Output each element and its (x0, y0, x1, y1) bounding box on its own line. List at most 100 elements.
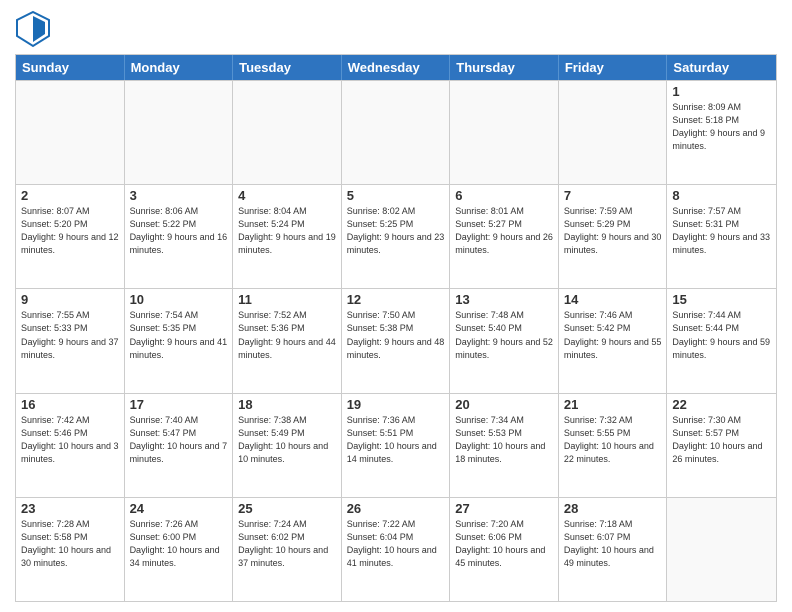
calendar-week-1: 2 Sunrise: 8:07 AM Sunset: 5:20 PM Daylig… (16, 184, 776, 288)
calendar-cell: 16 Sunrise: 7:42 AM Sunset: 5:46 PM Dayli… (16, 394, 125, 497)
calendar-header-friday: Friday (559, 55, 668, 80)
calendar-cell: 5 Sunrise: 8:02 AM Sunset: 5:25 PM Daylig… (342, 185, 451, 288)
day-number: 20 (455, 397, 553, 412)
calendar-week-0: 1 Sunrise: 8:09 AM Sunset: 5:18 PM Daylig… (16, 80, 776, 184)
calendar-cell (125, 81, 234, 184)
calendar-cell: 17Sunrise: 7:40 AM Sunset: 5:47 PM Dayli… (125, 394, 234, 497)
calendar-cell: 3 Sunrise: 8:06 AM Sunset: 5:22 PM Daylig… (125, 185, 234, 288)
calendar-cell: 19 Sunrise: 7:36 AM Sunset: 5:51 PM Dayli… (342, 394, 451, 497)
day-number: 6 (455, 188, 553, 203)
cell-info: Sunrise: 7:38 AM Sunset: 5:49 PM Dayligh… (238, 414, 336, 466)
cell-info: Sunrise: 7:18 AM Sunset: 6:07 PM Dayligh… (564, 518, 662, 570)
cell-info: Sunrise: 7:40 AM Sunset: 5:47 PM Dayligh… (130, 414, 228, 466)
cell-info: Sunrise: 7:36 AM Sunset: 5:51 PM Dayligh… (347, 414, 445, 466)
header (15, 10, 777, 48)
calendar-cell: 21 Sunrise: 7:32 AM Sunset: 5:55 PM Dayli… (559, 394, 668, 497)
day-number: 21 (564, 397, 662, 412)
calendar-cell (559, 81, 668, 184)
cell-info: Sunrise: 8:01 AM Sunset: 5:27 PM Dayligh… (455, 205, 553, 257)
cell-info: Sunrise: 7:20 AM Sunset: 6:06 PM Dayligh… (455, 518, 553, 570)
day-number: 1 (672, 84, 771, 99)
calendar-cell: 20 Sunrise: 7:34 AM Sunset: 5:53 PM Dayli… (450, 394, 559, 497)
day-number: 27 (455, 501, 553, 516)
day-number: 8 (672, 188, 771, 203)
calendar-header-wednesday: Wednesday (342, 55, 451, 80)
calendar-cell: 8 Sunrise: 7:57 AM Sunset: 5:31 PM Daylig… (667, 185, 776, 288)
day-number: 15 (672, 292, 771, 307)
cell-info: Sunrise: 7:48 AM Sunset: 5:40 PM Dayligh… (455, 309, 553, 361)
cell-info: Sunrise: 7:57 AM Sunset: 5:31 PM Dayligh… (672, 205, 771, 257)
cell-info: Sunrise: 7:44 AM Sunset: 5:44 PM Dayligh… (672, 309, 771, 361)
cell-info: Sunrise: 7:46 AM Sunset: 5:42 PM Dayligh… (564, 309, 662, 361)
day-number: 3 (130, 188, 228, 203)
cell-info: Sunrise: 7:42 AM Sunset: 5:46 PM Dayligh… (21, 414, 119, 466)
cell-info: Sunrise: 7:34 AM Sunset: 5:53 PM Dayligh… (455, 414, 553, 466)
day-number: 11 (238, 292, 336, 307)
cell-info: Sunrise: 8:04 AM Sunset: 5:24 PM Dayligh… (238, 205, 336, 257)
cell-info: Sunrise: 7:52 AM Sunset: 5:36 PM Dayligh… (238, 309, 336, 361)
day-number: 12 (347, 292, 445, 307)
calendar-header-thursday: Thursday (450, 55, 559, 80)
calendar-week-4: 23 Sunrise: 7:28 AM Sunset: 5:58 PM Dayli… (16, 497, 776, 601)
calendar-header-saturday: Saturday (667, 55, 776, 80)
day-number: 25 (238, 501, 336, 516)
cell-info: Sunrise: 8:07 AM Sunset: 5:20 PM Dayligh… (21, 205, 119, 257)
page: SundayMondayTuesdayWednesdayThursdayFrid… (0, 0, 792, 612)
calendar-header: SundayMondayTuesdayWednesdayThursdayFrid… (16, 55, 776, 80)
calendar-cell: 14 Sunrise: 7:46 AM Sunset: 5:42 PM Dayli… (559, 289, 668, 392)
calendar-cell: 15 Sunrise: 7:44 AM Sunset: 5:44 PM Dayli… (667, 289, 776, 392)
day-number: 18 (238, 397, 336, 412)
calendar-header-tuesday: Tuesday (233, 55, 342, 80)
calendar-cell: 27 Sunrise: 7:20 AM Sunset: 6:06 PM Dayli… (450, 498, 559, 601)
cell-info: Sunrise: 7:54 AM Sunset: 5:35 PM Dayligh… (130, 309, 228, 361)
calendar-cell: 24 Sunrise: 7:26 AM Sunset: 6:00 PM Dayli… (125, 498, 234, 601)
day-number: 16 (21, 397, 119, 412)
logo (15, 10, 55, 48)
cell-info: Sunrise: 8:06 AM Sunset: 5:22 PM Dayligh… (130, 205, 228, 257)
calendar-cell: 23 Sunrise: 7:28 AM Sunset: 5:58 PM Dayli… (16, 498, 125, 601)
calendar-cell (233, 81, 342, 184)
day-number: 5 (347, 188, 445, 203)
cell-info: Sunrise: 7:26 AM Sunset: 6:00 PM Dayligh… (130, 518, 228, 570)
calendar-cell: 22 Sunrise: 7:30 AM Sunset: 5:57 PM Dayli… (667, 394, 776, 497)
calendar-cell: 10 Sunrise: 7:54 AM Sunset: 5:35 PM Dayli… (125, 289, 234, 392)
calendar-cell: 9 Sunrise: 7:55 AM Sunset: 5:33 PM Daylig… (16, 289, 125, 392)
day-number: 28 (564, 501, 662, 516)
logo-icon (15, 10, 51, 48)
calendar-cell: 26Sunrise: 7:22 AM Sunset: 6:04 PM Dayli… (342, 498, 451, 601)
day-number: 9 (21, 292, 119, 307)
calendar-cell (450, 81, 559, 184)
calendar: SundayMondayTuesdayWednesdayThursdayFrid… (15, 54, 777, 602)
calendar-week-3: 16 Sunrise: 7:42 AM Sunset: 5:46 PM Dayli… (16, 393, 776, 497)
cell-info: Sunrise: 8:02 AM Sunset: 5:25 PM Dayligh… (347, 205, 445, 257)
calendar-cell: 4 Sunrise: 8:04 AM Sunset: 5:24 PM Daylig… (233, 185, 342, 288)
calendar-cell: 28 Sunrise: 7:18 AM Sunset: 6:07 PM Dayli… (559, 498, 668, 601)
calendar-cell: 2 Sunrise: 8:07 AM Sunset: 5:20 PM Daylig… (16, 185, 125, 288)
day-number: 4 (238, 188, 336, 203)
day-number: 14 (564, 292, 662, 307)
day-number: 10 (130, 292, 228, 307)
cell-info: Sunrise: 7:28 AM Sunset: 5:58 PM Dayligh… (21, 518, 119, 570)
cell-info: Sunrise: 7:55 AM Sunset: 5:33 PM Dayligh… (21, 309, 119, 361)
day-number: 22 (672, 397, 771, 412)
calendar-header-monday: Monday (125, 55, 234, 80)
calendar-cell: 7Sunrise: 7:59 AM Sunset: 5:29 PM Daylig… (559, 185, 668, 288)
day-number: 23 (21, 501, 119, 516)
calendar-cell: 25Sunrise: 7:24 AM Sunset: 6:02 PM Dayli… (233, 498, 342, 601)
day-number: 24 (130, 501, 228, 516)
calendar-cell (667, 498, 776, 601)
calendar-cell: 1 Sunrise: 8:09 AM Sunset: 5:18 PM Daylig… (667, 81, 776, 184)
cell-info: Sunrise: 7:30 AM Sunset: 5:57 PM Dayligh… (672, 414, 771, 466)
calendar-cell: 12 Sunrise: 7:50 AM Sunset: 5:38 PM Dayli… (342, 289, 451, 392)
calendar-cell: 18 Sunrise: 7:38 AM Sunset: 5:49 PM Dayli… (233, 394, 342, 497)
calendar-cell (16, 81, 125, 184)
calendar-cell: 11 Sunrise: 7:52 AM Sunset: 5:36 PM Dayli… (233, 289, 342, 392)
day-number: 2 (21, 188, 119, 203)
day-number: 19 (347, 397, 445, 412)
calendar-cell: 6 Sunrise: 8:01 AM Sunset: 5:27 PM Daylig… (450, 185, 559, 288)
cell-info: Sunrise: 8:09 AM Sunset: 5:18 PM Dayligh… (672, 101, 771, 153)
cell-info: Sunrise: 7:32 AM Sunset: 5:55 PM Dayligh… (564, 414, 662, 466)
calendar-body: 1 Sunrise: 8:09 AM Sunset: 5:18 PM Daylig… (16, 80, 776, 601)
cell-info: Sunrise: 7:59 AM Sunset: 5:29 PM Dayligh… (564, 205, 662, 257)
cell-info: Sunrise: 7:50 AM Sunset: 5:38 PM Dayligh… (347, 309, 445, 361)
